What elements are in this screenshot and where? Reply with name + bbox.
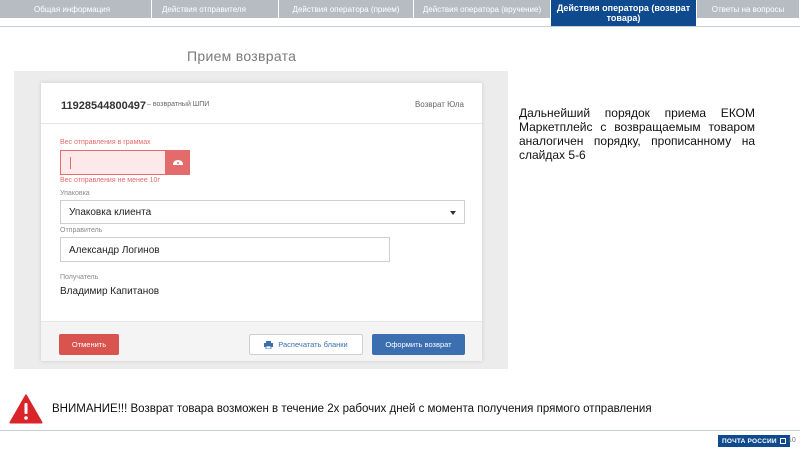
description-text: Дальнейший порядок приема ЕКОМ Маркетпле… <box>519 106 755 162</box>
sender-value: Александр Логинов <box>69 245 160 256</box>
weight-input[interactable] <box>60 150 166 175</box>
page-title: Прием возврата <box>187 48 297 64</box>
recipient-label: Получатель <box>60 274 99 281</box>
tab-sender-actions[interactable]: Действия отправителя <box>152 0 279 18</box>
warning-triangle-icon <box>9 394 43 424</box>
tab-operator-return[interactable]: Действия оператора (возврат товара) <box>551 0 697 26</box>
tracking-type: – возвратный ШПИ <box>147 101 210 108</box>
cancel-button[interactable]: Отменить <box>59 334 119 355</box>
weight-label: Вес отправления в граммах <box>60 139 151 146</box>
header-divider <box>0 26 800 27</box>
packaging-label: Упаковка <box>60 190 90 197</box>
packaging-value: Упаковка клиента <box>69 207 152 218</box>
tab-operator-delivery[interactable]: Действия оператора (вручение) <box>414 0 551 18</box>
chevron-down-icon <box>450 211 456 215</box>
russian-post-logo: ПОЧТА РОССИИ <box>718 435 790 447</box>
printer-icon <box>264 340 274 349</box>
tracking-number: 11928544800497 <box>61 100 147 112</box>
logo-mark-icon <box>779 438 786 444</box>
text-cursor <box>70 157 71 169</box>
print-forms-button[interactable]: Распечатать бланки <box>249 334 363 355</box>
submit-return-button[interactable]: Оформить возврат <box>372 334 465 355</box>
scale-icon <box>173 159 183 165</box>
return-form-card: 11928544800497 – возвратный ШПИ Возврат … <box>41 83 482 361</box>
recipient-value: Владимир Капитанов <box>60 286 160 297</box>
print-forms-label: Распечатать бланки <box>278 340 348 349</box>
weigh-button[interactable] <box>166 150 190 175</box>
card-footer: Отменить Распечатать бланки Оформить воз… <box>41 321 482 361</box>
footer-divider <box>0 430 800 431</box>
tab-faq[interactable]: Ответы на вопросы <box>697 0 800 18</box>
tab-operator-receive[interactable]: Действия оператора (прием) <box>279 0 414 18</box>
warning-text: ВНИМАНИЕ!!! Возврат товара возможен в те… <box>52 403 652 415</box>
card-header: 11928544800497 – возвратный ШПИ Возврат … <box>41 83 482 124</box>
packaging-select[interactable]: Упаковка клиента <box>60 200 465 224</box>
sender-input[interactable]: Александр Логинов <box>60 237 390 262</box>
tab-bar: Общая информация Действия отправителя Де… <box>0 0 800 26</box>
weight-error: Вес отправления не менее 10г <box>60 177 160 184</box>
sender-label: Отправитель <box>60 227 103 234</box>
logo-text: ПОЧТА РОССИИ <box>722 437 777 445</box>
tab-general-info[interactable]: Общая информация <box>0 0 152 18</box>
return-type-label: Возврат Юла <box>414 100 464 109</box>
page-number: 10 <box>788 437 796 444</box>
